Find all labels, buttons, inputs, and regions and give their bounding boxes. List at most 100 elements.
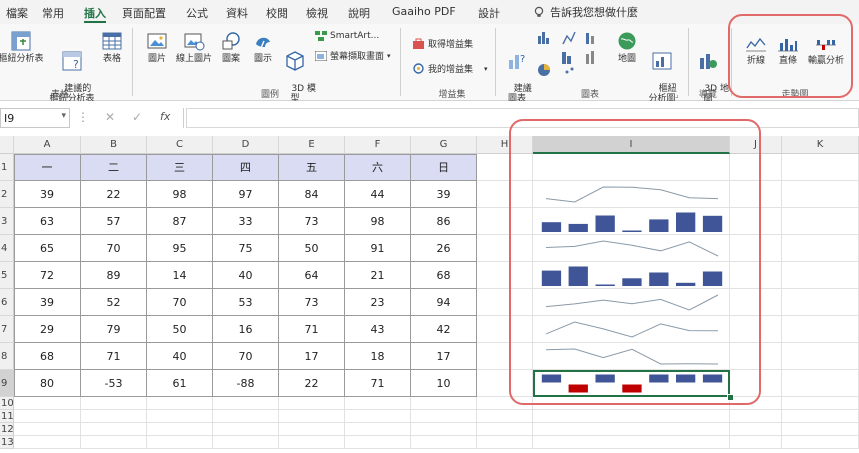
column-header-B[interactable]: B [81,136,147,154]
cell-K4[interactable] [782,235,859,262]
cell-C10[interactable] [147,397,213,410]
table-cell[interactable]: 23 [345,289,411,316]
table-cell[interactable]: 53 [213,289,279,316]
cell-K7[interactable] [782,316,859,343]
select-all-corner[interactable] [0,136,14,154]
table-header-cell[interactable]: 一 [14,154,81,181]
table-cell[interactable]: 70 [147,289,213,316]
icons-button[interactable]: 圖示 [248,30,278,65]
table-cell[interactable]: 14 [147,262,213,289]
row-header-9[interactable]: 9 [0,370,14,397]
screenshot-button[interactable]: 螢幕擷取畫面 ▾ [315,49,391,62]
column-header-E[interactable]: E [279,136,345,154]
row-header-2[interactable]: 2 [0,181,14,208]
table-header-cell[interactable]: 五 [279,154,345,181]
table-cell[interactable]: 61 [147,370,213,397]
tab-6[interactable]: 校閱 [266,5,288,21]
table-cell[interactable]: 68 [14,343,81,370]
cell-C13[interactable] [147,436,213,449]
tab-9[interactable]: Gaaiho PDF [392,5,456,18]
cell-G10[interactable] [411,397,477,410]
table-header-cell[interactable]: 三 [147,154,213,181]
tab-4[interactable]: 公式 [186,5,208,21]
table-cell[interactable]: 22 [279,370,345,397]
table-header-cell[interactable]: 日 [411,154,477,181]
row-header-5[interactable]: 5 [0,262,14,289]
table-cell[interactable]: 39 [14,289,81,316]
cell-B12[interactable] [81,423,147,436]
cell-E10[interactable] [279,397,345,410]
row-header-3[interactable]: 3 [0,208,14,235]
cell-G11[interactable] [411,410,477,423]
table-header-cell[interactable]: 四 [213,154,279,181]
cell-K12[interactable] [782,423,859,436]
table-cell[interactable]: 52 [81,289,147,316]
table-cell[interactable]: 63 [14,208,81,235]
table-cell[interactable]: 87 [147,208,213,235]
maps-button[interactable]: 地圖 [612,30,642,65]
cell-A11[interactable] [14,410,81,423]
cell-J12[interactable] [730,423,782,436]
cell-E12[interactable] [279,423,345,436]
table-cell[interactable]: 17 [411,343,477,370]
table-cell[interactable]: 86 [411,208,477,235]
tab-2[interactable]: 插入 [84,5,106,21]
table-cell[interactable]: 64 [279,262,345,289]
table-cell[interactable]: 91 [345,235,411,262]
cell-C12[interactable] [147,423,213,436]
table-cell[interactable]: 95 [147,235,213,262]
cell-G12[interactable] [411,423,477,436]
smartart-button[interactable]: SmartArt... [315,31,379,41]
row-header-4[interactable]: 4 [0,235,14,262]
cell-K11[interactable] [782,410,859,423]
column-header-K[interactable]: K [782,136,859,154]
cell-E11[interactable] [279,410,345,423]
table-cell[interactable]: 39 [411,181,477,208]
online-pictures-button[interactable]: 線上圖片 [174,30,214,65]
cell-D13[interactable] [213,436,279,449]
table-cell[interactable]: 94 [411,289,477,316]
cell-K10[interactable] [782,397,859,410]
table-cell[interactable]: 71 [81,343,147,370]
column-header-G[interactable]: G [411,136,477,154]
row-header-7[interactable]: 7 [0,316,14,343]
cell-D10[interactable] [213,397,279,410]
cell-K6[interactable] [782,289,859,316]
cell-B11[interactable] [81,410,147,423]
cell-K2[interactable] [782,181,859,208]
table-cell[interactable]: 22 [81,181,147,208]
fx-icon[interactable]: fx [160,110,170,123]
row-header-11[interactable]: 11 [0,410,14,423]
cell-F10[interactable] [345,397,411,410]
cell-H11[interactable] [477,410,533,423]
row-header-8[interactable]: 8 [0,343,14,370]
column-header-D[interactable]: D [213,136,279,154]
tab-8[interactable]: 說明 [348,5,370,21]
table-cell[interactable]: 26 [411,235,477,262]
cell-I12[interactable] [533,423,730,436]
table-cell[interactable]: 97 [213,181,279,208]
table-cell[interactable]: 57 [81,208,147,235]
table-cell[interactable]: 18 [345,343,411,370]
table-cell[interactable]: 89 [81,262,147,289]
table-cell[interactable]: 33 [213,208,279,235]
table-cell[interactable]: 10 [411,370,477,397]
row-header-1[interactable]: 1 [0,154,14,181]
cell-K5[interactable] [782,262,859,289]
table-cell[interactable]: 42 [411,316,477,343]
table-cell[interactable]: 72 [14,262,81,289]
chart-types-icon[interactable] [536,30,606,86]
tab-7[interactable]: 檢視 [306,5,328,21]
my-addins-button[interactable]: 我的增益集 ▾ [412,62,488,75]
table-cell[interactable]: 40 [213,262,279,289]
tab-1[interactable]: 常用 [42,5,64,21]
cell-K8[interactable] [782,343,859,370]
table-cell[interactable]: 79 [81,316,147,343]
row-header-6[interactable]: 6 [0,289,14,316]
row-header-10[interactable]: 10 [0,397,14,410]
tab-10[interactable]: 設計 [478,5,500,21]
cell-D12[interactable] [213,423,279,436]
table-button[interactable]: 表格 [98,30,126,65]
cell-F12[interactable] [345,423,411,436]
cell-A13[interactable] [14,436,81,449]
